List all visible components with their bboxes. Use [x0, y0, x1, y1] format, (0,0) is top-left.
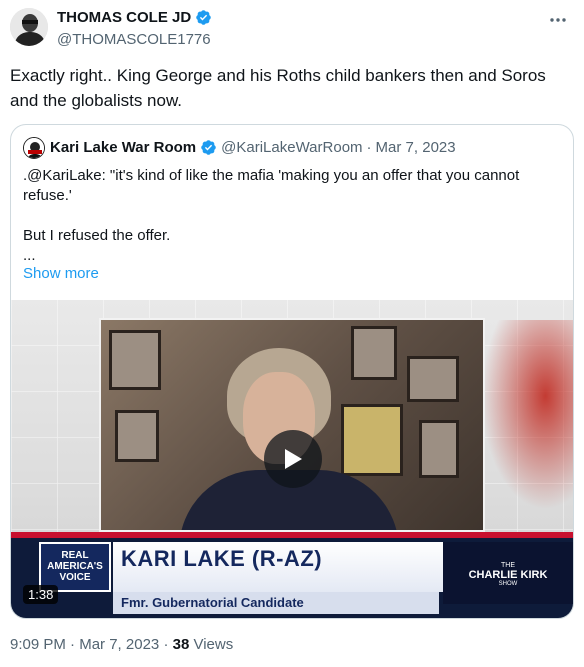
author-name-row: THOMAS COLE JD	[57, 9, 212, 26]
more-options-icon[interactable]	[544, 6, 572, 34]
wall-picture	[341, 404, 403, 476]
verified-badge-icon	[201, 140, 216, 155]
views-count: 38	[172, 636, 190, 653]
wall-picture	[109, 330, 161, 390]
wall-picture	[407, 356, 459, 402]
quote-text: .@KariLake: "it's kind of like the mafia…	[23, 166, 563, 266]
views-label: Views	[193, 636, 234, 653]
author-handle[interactable]: @THOMASCOLE1776	[57, 31, 211, 48]
quote-author-handle[interactable]: @KariLakeWarRoom	[221, 139, 362, 156]
name-banner: KARI LAKE (R-AZ)	[113, 542, 443, 592]
show-more-link[interactable]: Show more	[23, 265, 99, 282]
footer-separator: ·	[163, 636, 169, 653]
banner-title: KARI LAKE (R-AZ)	[121, 546, 323, 571]
quote-separator: ·	[366, 139, 372, 156]
quote-header: Kari Lake War Room @KariLakeWarRoom · Ma…	[50, 139, 456, 156]
author-name[interactable]: THOMAS COLE JD	[57, 9, 191, 26]
quote-avatar[interactable]	[23, 137, 45, 159]
banner-subtitle-bar: Fmr. Gubernatorial Candidate	[113, 592, 439, 614]
wall-picture	[351, 326, 397, 380]
background-glow	[481, 320, 573, 510]
quote-text-line: ...	[23, 247, 36, 264]
banner-subtitle: Fmr. Gubernatorial Candidate	[121, 595, 304, 610]
footer-separator: ·	[70, 636, 76, 653]
quote-text-line: .@KariLake: "it's kind of like the mafia…	[23, 167, 520, 204]
video-frame	[99, 318, 485, 532]
tweet-footer: 9:09 PM · Mar 7, 2023 · 38 Views	[10, 636, 233, 653]
tweet-card: THOMAS COLE JD @THOMASCOLE1776 Exactly r…	[0, 0, 584, 667]
show-logo: THE CHARLIE KIRK SHOW	[443, 542, 573, 604]
quote-author-name[interactable]: Kari Lake War Room	[50, 139, 196, 156]
author-avatar[interactable]	[10, 8, 48, 46]
lower-third: REAL AMERICA'S VOICE KARI LAKE (R-AZ) Fm…	[11, 532, 573, 618]
video-duration: 1:38	[23, 585, 59, 604]
tweet-date[interactable]: Mar 7, 2023	[79, 636, 159, 653]
quoted-tweet[interactable]: Kari Lake War Room @KariLakeWarRoom · Ma…	[10, 124, 574, 619]
quote-date[interactable]: Mar 7, 2023	[376, 139, 456, 156]
video-player[interactable]: REAL AMERICA'S VOICE KARI LAKE (R-AZ) Fm…	[11, 300, 573, 618]
tweet-text: Exactly right.. King George and his Roth…	[10, 66, 546, 110]
verified-badge-icon	[196, 10, 211, 25]
wall-picture	[419, 420, 459, 478]
wall-picture	[115, 410, 159, 462]
quote-text-line: But I refused the offer.	[23, 227, 171, 244]
tweet-time[interactable]: 9:09 PM	[10, 636, 66, 653]
play-icon[interactable]	[264, 430, 322, 488]
